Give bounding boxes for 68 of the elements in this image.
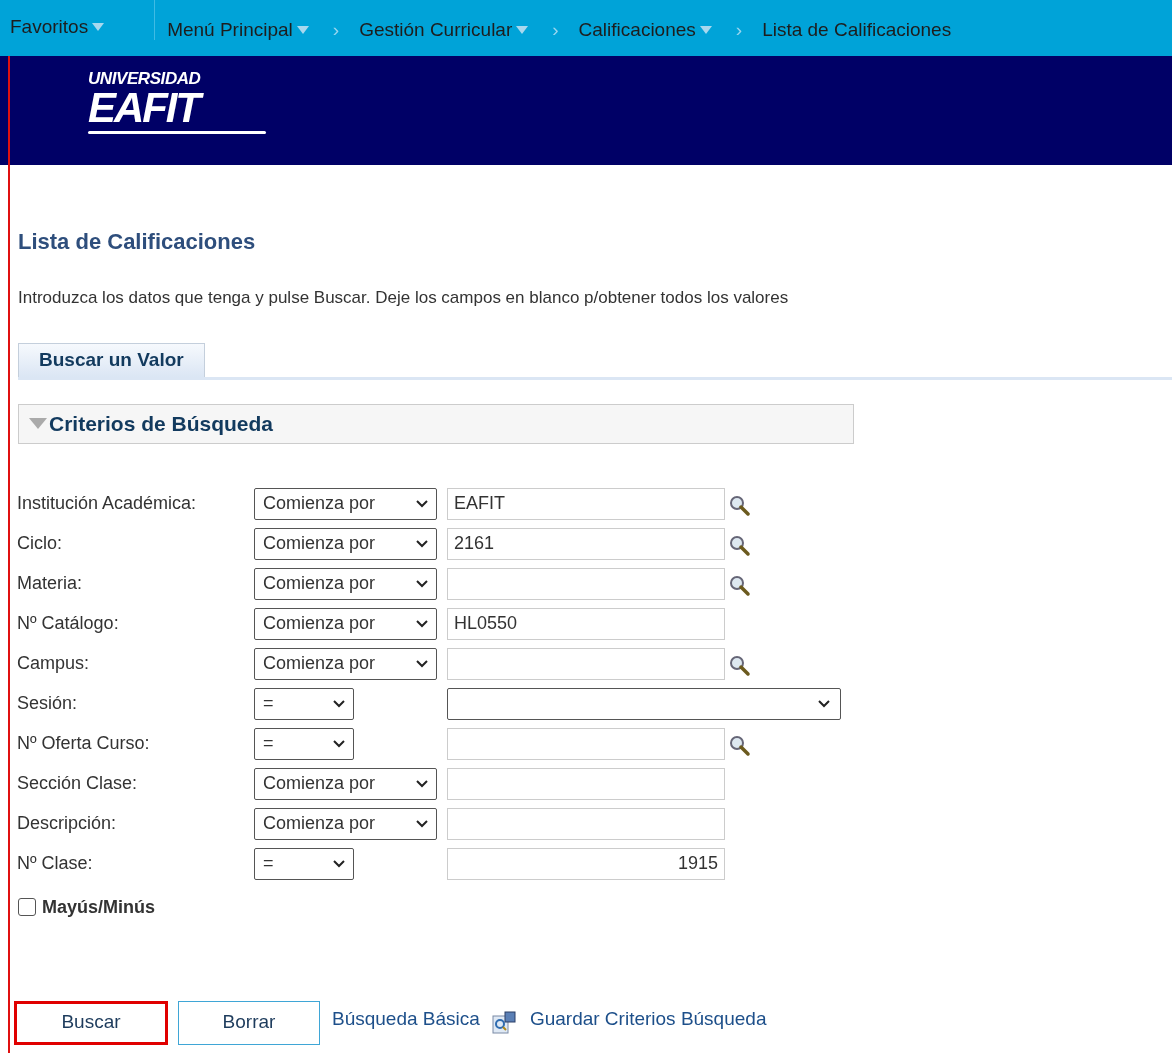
breadcrumb-separator: › <box>552 18 559 42</box>
field-label: Campus: <box>17 652 91 675</box>
operator-select[interactable]: Comienza por <box>254 567 437 600</box>
nav-link[interactable]: Menú Principal <box>167 16 309 45</box>
nav-link[interactable]: Lista de Calificaciones <box>762 16 952 45</box>
value-select[interactable] <box>447 687 841 720</box>
operator-select[interactable]: Comienza por <box>254 647 437 680</box>
field-label: Sesión: <box>17 692 79 715</box>
chevron-icon <box>416 619 428 628</box>
field-label: Ciclo: <box>17 532 63 555</box>
tab[interactable]: Buscar un Valor <box>18 342 205 377</box>
chevron-icon <box>416 779 428 788</box>
page-title: Lista de Calificaciones <box>18 228 257 256</box>
operator-select[interactable]: Comienza por <box>254 487 437 520</box>
section-title: Criterios de Búsqueda <box>49 410 274 437</box>
search-icon[interactable] <box>729 654 751 677</box>
search-icon[interactable] <box>729 734 751 757</box>
nav-link[interactable]: Gestión Curricular <box>359 16 529 45</box>
value-field[interactable]: 1915 <box>447 847 725 880</box>
operator-select[interactable]: Comienza por <box>254 807 437 840</box>
logo: UNIVERSIDAD EAFIT <box>88 70 268 134</box>
field-label: Nº Catálogo: <box>17 612 120 635</box>
section-header[interactable]: Criterios de Búsqueda <box>18 403 854 444</box>
checkbox[interactable] <box>18 898 36 916</box>
breadcrumb-separator: › <box>332 18 340 42</box>
operator-select[interactable]: Comienza por <box>254 767 437 800</box>
field-label: Institución Académica: <box>17 492 198 515</box>
field-label: Nº Oferta Curso: <box>17 732 151 755</box>
chevron-icon <box>333 859 345 868</box>
action-button[interactable]: Buscar <box>14 1000 168 1045</box>
value-field[interactable] <box>447 647 725 680</box>
chevron-icon <box>416 579 428 588</box>
search-icon[interactable] <box>729 494 751 517</box>
value-field[interactable] <box>447 807 725 840</box>
value-field[interactable]: EAFIT <box>447 487 725 520</box>
field-label: Descripción: <box>17 812 118 835</box>
operator-select[interactable]: = <box>254 687 354 720</box>
value-field[interactable]: HL0550 <box>447 607 725 640</box>
value-field[interactable] <box>447 567 725 600</box>
value-field[interactable] <box>447 727 725 760</box>
link[interactable]: Guardar Criterios Búsqueda <box>529 1005 767 1034</box>
chevron-icon <box>818 699 830 708</box>
link[interactable]: Búsqueda Básica <box>332 1005 480 1034</box>
chevron-icon <box>416 659 428 668</box>
field-label: Sección Clase: <box>17 772 139 795</box>
checkbox-label: Mayús/Minús <box>42 895 156 919</box>
collapse-triangle-icon <box>29 418 47 429</box>
operator-select[interactable]: = <box>254 727 354 760</box>
breadcrumb-separator: › <box>735 18 743 42</box>
instructions: Introduzca los datos que tenga y pulse Buscar. Deje los campos en blanco p/obtener todos los valores <box>18 287 790 309</box>
field-label: Materia: <box>17 572 84 595</box>
nav-link[interactable]: Favoritos <box>10 12 105 42</box>
chevron-icon <box>333 739 345 748</box>
search-icon[interactable] <box>729 574 751 597</box>
nav-link[interactable]: Calificaciones <box>578 16 712 45</box>
chevron-icon <box>333 699 345 708</box>
save-search-icon[interactable] <box>491 1010 516 1035</box>
chevron-icon <box>416 539 428 548</box>
chevron-icon <box>416 819 428 828</box>
operator-select[interactable]: Comienza por <box>254 607 437 640</box>
operator-select[interactable]: = <box>254 847 354 880</box>
chevron-icon <box>416 499 428 508</box>
search-icon[interactable] <box>729 534 751 557</box>
value-field[interactable] <box>447 767 725 800</box>
action-button[interactable]: Borrar <box>178 1000 320 1045</box>
operator-select[interactable]: Comienza por <box>254 527 437 560</box>
value-field[interactable]: 2161 <box>447 527 725 560</box>
field-label: Nº Clase: <box>17 852 94 875</box>
